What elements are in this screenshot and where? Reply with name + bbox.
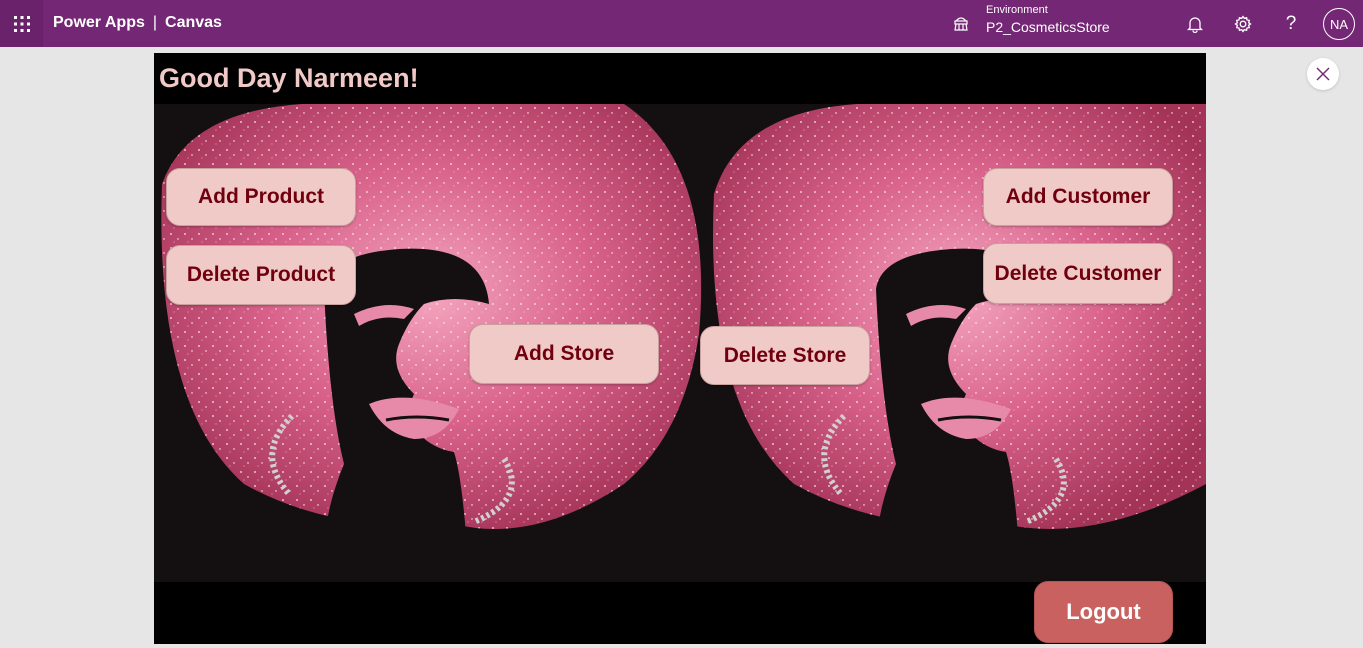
bell-icon xyxy=(1187,17,1203,33)
settings-button[interactable] xyxy=(1231,12,1255,36)
close-icon xyxy=(1316,67,1330,81)
app-canvas: Good Day Narmeen! Add Product Delete Pro… xyxy=(154,53,1206,644)
delete-customer-button[interactable]: Delete Customer xyxy=(983,243,1173,304)
close-button[interactable] xyxy=(1307,58,1339,90)
logout-button[interactable]: Logout xyxy=(1034,581,1173,643)
header-bar: Good Day Narmeen! xyxy=(154,53,1206,104)
environment-picker[interactable]: Environment P2_CosmeticsStore xyxy=(986,4,1110,36)
delete-product-button[interactable]: Delete Product xyxy=(166,245,356,305)
add-store-button[interactable]: Add Store xyxy=(469,324,659,384)
help-icon: ? xyxy=(1285,13,1297,34)
greeting-label: Good Day Narmeen! xyxy=(159,63,419,93)
app-name: Power Apps xyxy=(53,14,145,31)
gear-icon xyxy=(1234,15,1252,33)
environment-label: Environment xyxy=(986,4,1048,16)
app-section: Canvas xyxy=(165,14,222,31)
delete-store-button[interactable]: Delete Store xyxy=(700,326,870,385)
app-launcher-icon[interactable] xyxy=(0,0,43,47)
environment-name: P2_CosmeticsStore xyxy=(986,19,1110,35)
user-avatar[interactable]: NA xyxy=(1323,8,1355,40)
add-customer-button[interactable]: Add Customer xyxy=(983,168,1173,226)
title-separator: | xyxy=(152,14,158,31)
notifications-button[interactable] xyxy=(1183,12,1207,36)
help-button[interactable]: ? xyxy=(1279,12,1303,36)
environment-icon xyxy=(952,14,970,37)
add-product-button[interactable]: Add Product xyxy=(166,168,356,226)
app-title[interactable]: Power Apps | Canvas xyxy=(53,14,222,32)
avatar-initials: NA xyxy=(1329,16,1349,32)
top-bar: Power Apps | Canvas Environment P2_Cosmeti… xyxy=(0,0,1363,47)
